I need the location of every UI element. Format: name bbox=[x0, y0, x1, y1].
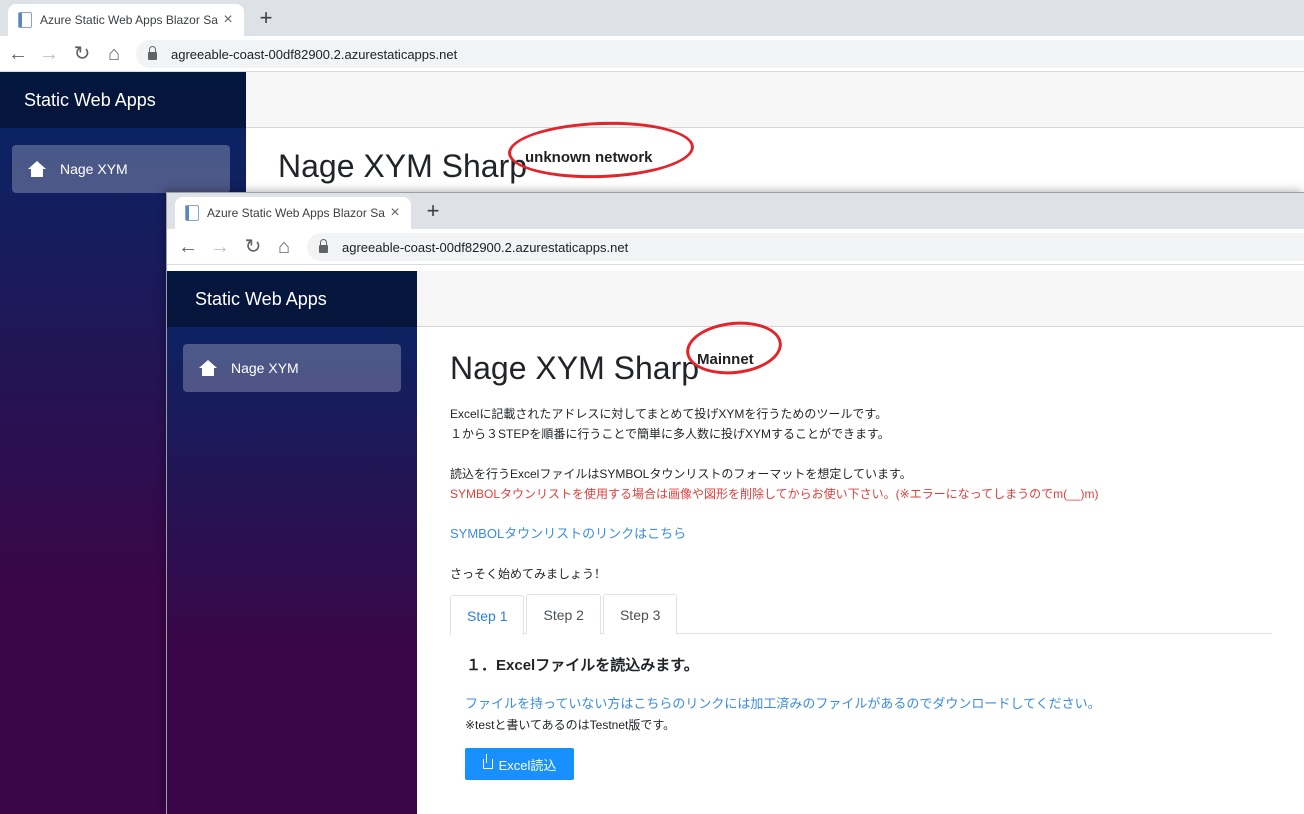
intro-line-2: １から３STEPを順番に行うことで簡単に多人数に投げXYMすることができます。 bbox=[450, 427, 890, 441]
forward-icon[interactable]: → bbox=[207, 234, 233, 260]
testnet-note: ※testと書いてあるのはTestnet版です。 bbox=[465, 718, 676, 732]
home-icon bbox=[199, 360, 217, 376]
download-link[interactable]: ファイルを持っていない方はこちらのリンクには加工済みのファイルがあるのでダウンロ… bbox=[465, 693, 1272, 712]
sidebar-item-label: Nage XYM bbox=[231, 360, 299, 376]
excel-load-button[interactable]: Excel読込 bbox=[465, 748, 574, 780]
forward-icon[interactable]: → bbox=[36, 41, 62, 67]
page-title-text: Nage XYM Sharp bbox=[450, 350, 700, 386]
browser-toolbar: ← → ↻ ⌂ agreeable-coast-00df82900.2.azur… bbox=[167, 229, 1304, 265]
reload-icon[interactable]: ↻ bbox=[69, 41, 95, 67]
start-text: さっそく始めてみましょう！ bbox=[450, 567, 607, 581]
reload-icon[interactable]: ↻ bbox=[240, 234, 266, 260]
url-text: agreeable-coast-00df82900.2.azurestatica… bbox=[342, 239, 629, 255]
intro-line-1: Excelに記載されたアドレスに対してまとめて投げXYMを行うためのツールです。 bbox=[450, 407, 888, 421]
new-tab-icon[interactable]: + bbox=[254, 6, 278, 30]
step-tabs: Step 1 Step 2 Step 3 bbox=[450, 594, 1272, 635]
tab-strip: Azure Static Web Apps Blazor Sa × + bbox=[167, 193, 1304, 229]
page-title: Nage XYM Sharp Mainnet bbox=[450, 317, 785, 390]
close-icon[interactable]: × bbox=[387, 204, 403, 222]
format-note: 読込を行うExcelファイルはSYMBOLタウンリストのフォーマットを想定してい… bbox=[450, 467, 912, 481]
top-row bbox=[246, 72, 1304, 128]
tab-step-1[interactable]: Step 1 bbox=[450, 595, 525, 635]
back-icon[interactable]: ← bbox=[175, 234, 201, 260]
step-title: １．Excelファイルを読込みます。 bbox=[466, 657, 699, 674]
brand-title[interactable]: Static Web Apps bbox=[0, 72, 246, 128]
browser-tab[interactable]: Azure Static Web Apps Blazor Sa × bbox=[8, 4, 244, 36]
browser-toolbar: ← → ↻ ⌂ agreeable-coast-00df82900.2.azur… bbox=[0, 36, 1304, 72]
url-text: agreeable-coast-00df82900.2.azurestatica… bbox=[171, 46, 458, 62]
home-icon bbox=[28, 161, 46, 177]
brand-title[interactable]: Static Web Apps bbox=[167, 271, 417, 327]
close-icon[interactable]: × bbox=[220, 11, 236, 29]
tab-title: Azure Static Web Apps Blazor Sa bbox=[40, 13, 218, 27]
excel-load-label: Excel読込 bbox=[498, 757, 557, 773]
page-viewport: Static Web Apps Nage XYM Nage XYM Sharp … bbox=[167, 271, 1304, 814]
home-button-icon[interactable]: ⌂ bbox=[101, 41, 127, 67]
new-tab-icon[interactable]: + bbox=[421, 199, 445, 223]
lock-icon bbox=[319, 239, 328, 253]
address-bar[interactable]: agreeable-coast-00df82900.2.azurestatica… bbox=[136, 40, 1304, 68]
top-row bbox=[417, 271, 1304, 327]
lock-icon bbox=[148, 46, 157, 60]
tab-step-2[interactable]: Step 2 bbox=[526, 594, 601, 634]
page-favicon-icon bbox=[18, 12, 32, 28]
annotation-circle bbox=[507, 118, 695, 182]
sidebar-item-nage-xym[interactable]: Nage XYM bbox=[183, 344, 401, 392]
address-bar[interactable]: agreeable-coast-00df82900.2.azurestatica… bbox=[307, 233, 1304, 261]
browser-window-front: Azure Static Web Apps Blazor Sa × + ← → … bbox=[166, 192, 1304, 814]
sidebar-item-nage-xym[interactable]: Nage XYM bbox=[12, 145, 230, 193]
town-list-link[interactable]: SYMBOLタウンリストのリンクはこちら bbox=[450, 524, 1272, 544]
tab-title: Azure Static Web Apps Blazor Sa bbox=[207, 206, 385, 220]
main-area: Nage XYM Sharp Mainnet Excelに記載されたアドレスに対… bbox=[417, 271, 1304, 814]
content: Nage XYM Sharp unknown network bbox=[246, 118, 1304, 188]
back-icon[interactable]: ← bbox=[5, 41, 31, 67]
home-button-icon[interactable]: ⌂ bbox=[271, 234, 297, 260]
browser-tab[interactable]: Azure Static Web Apps Blazor Sa × bbox=[175, 197, 411, 229]
sidebar: Static Web Apps Nage XYM bbox=[167, 271, 417, 814]
tab-step-3[interactable]: Step 3 bbox=[602, 594, 678, 634]
tab-strip: Azure Static Web Apps Blazor Sa × + bbox=[0, 0, 1304, 36]
page-favicon-icon bbox=[185, 205, 199, 221]
page-title-text: Nage XYM Sharp bbox=[278, 148, 528, 184]
sidebar-item-label: Nage XYM bbox=[60, 161, 128, 177]
warning-text: SYMBOLタウンリストを使用する場合は画像や図形を削除してからお使い下さい。(… bbox=[450, 487, 1099, 501]
content: Nage XYM Sharp Mainnet Excelに記載されたアドレスに対… bbox=[417, 317, 1304, 780]
page-title: Nage XYM Sharp unknown network bbox=[278, 118, 695, 188]
upload-icon bbox=[482, 754, 493, 769]
